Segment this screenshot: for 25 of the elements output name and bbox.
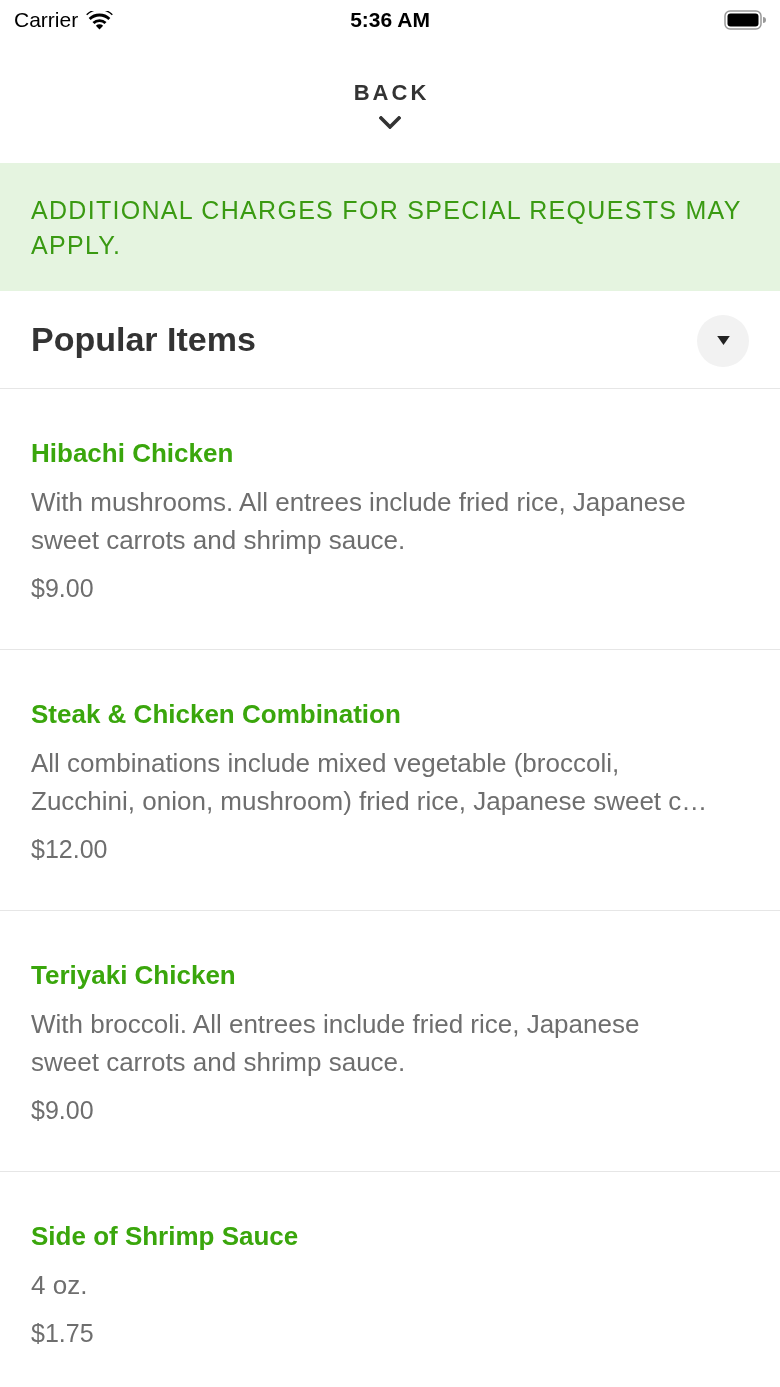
back-button[interactable]: BACK bbox=[350, 79, 430, 129]
item-description: With broccoli. All entrees include fried rice, Japanese sweet carrots and shrimp sauce. bbox=[31, 1008, 641, 1079]
item-price: $1.75 bbox=[31, 1318, 94, 1349]
item-description: With mushrooms. All entrees include fried rice, Japanese sweet carrots and shrimp sauce. bbox=[31, 486, 687, 557]
carrier-name: Carrier bbox=[14, 8, 79, 32]
item-price: $9.00 bbox=[31, 573, 94, 604]
menu-item[interactable]: Teriyaki Chicken With broccoli. All entrees include fried rice, Japanese sweet carrots and shrimp sauce. $9.00 bbox=[0, 911, 780, 1172]
item-price: $9.00 bbox=[31, 1095, 94, 1126]
chevron-down-icon bbox=[379, 116, 401, 129]
notice-text: ADDITIONAL CHARGES FOR SPECIAL REQUESTS MAY APPLY. bbox=[31, 195, 743, 261]
section-title: Popular Items bbox=[31, 320, 256, 359]
caret-icon bbox=[716, 336, 730, 345]
clock-time: 5:36 AM bbox=[350, 8, 430, 32]
item-name: Hibachi Chicken bbox=[31, 437, 234, 469]
battery-icon bbox=[724, 10, 766, 30]
menu-item[interactable]: Side of Shrimp Sauce 4 oz. $1.75 bbox=[0, 1172, 780, 1372]
item-name: Teriyaki Chicken bbox=[31, 959, 236, 991]
item-name: Side of Shrimp Sauce bbox=[31, 1220, 299, 1252]
wifi-icon bbox=[86, 10, 114, 30]
item-price: $12.00 bbox=[31, 834, 108, 865]
item-name: Steak & Chicken Combination bbox=[31, 698, 401, 730]
item-description: All combinations include mixed vegetable (broccoli, Zucchini, onion, mushroom) fried rice, Japanese sweet c… bbox=[31, 747, 709, 818]
item-description: 4 oz. bbox=[31, 1269, 88, 1302]
menu-item[interactable]: Steak & Chicken Combination All combinations include mixed vegetable (broccoli, Zucchini, onion, mushroom) fried rice, Japanese sweet c… $12.00 bbox=[0, 650, 780, 911]
menu-item[interactable]: Hibachi Chicken With mushrooms. All entrees include fried rice, Japanese sweet carrots and shrimp sauce. $9.00 bbox=[0, 389, 780, 650]
